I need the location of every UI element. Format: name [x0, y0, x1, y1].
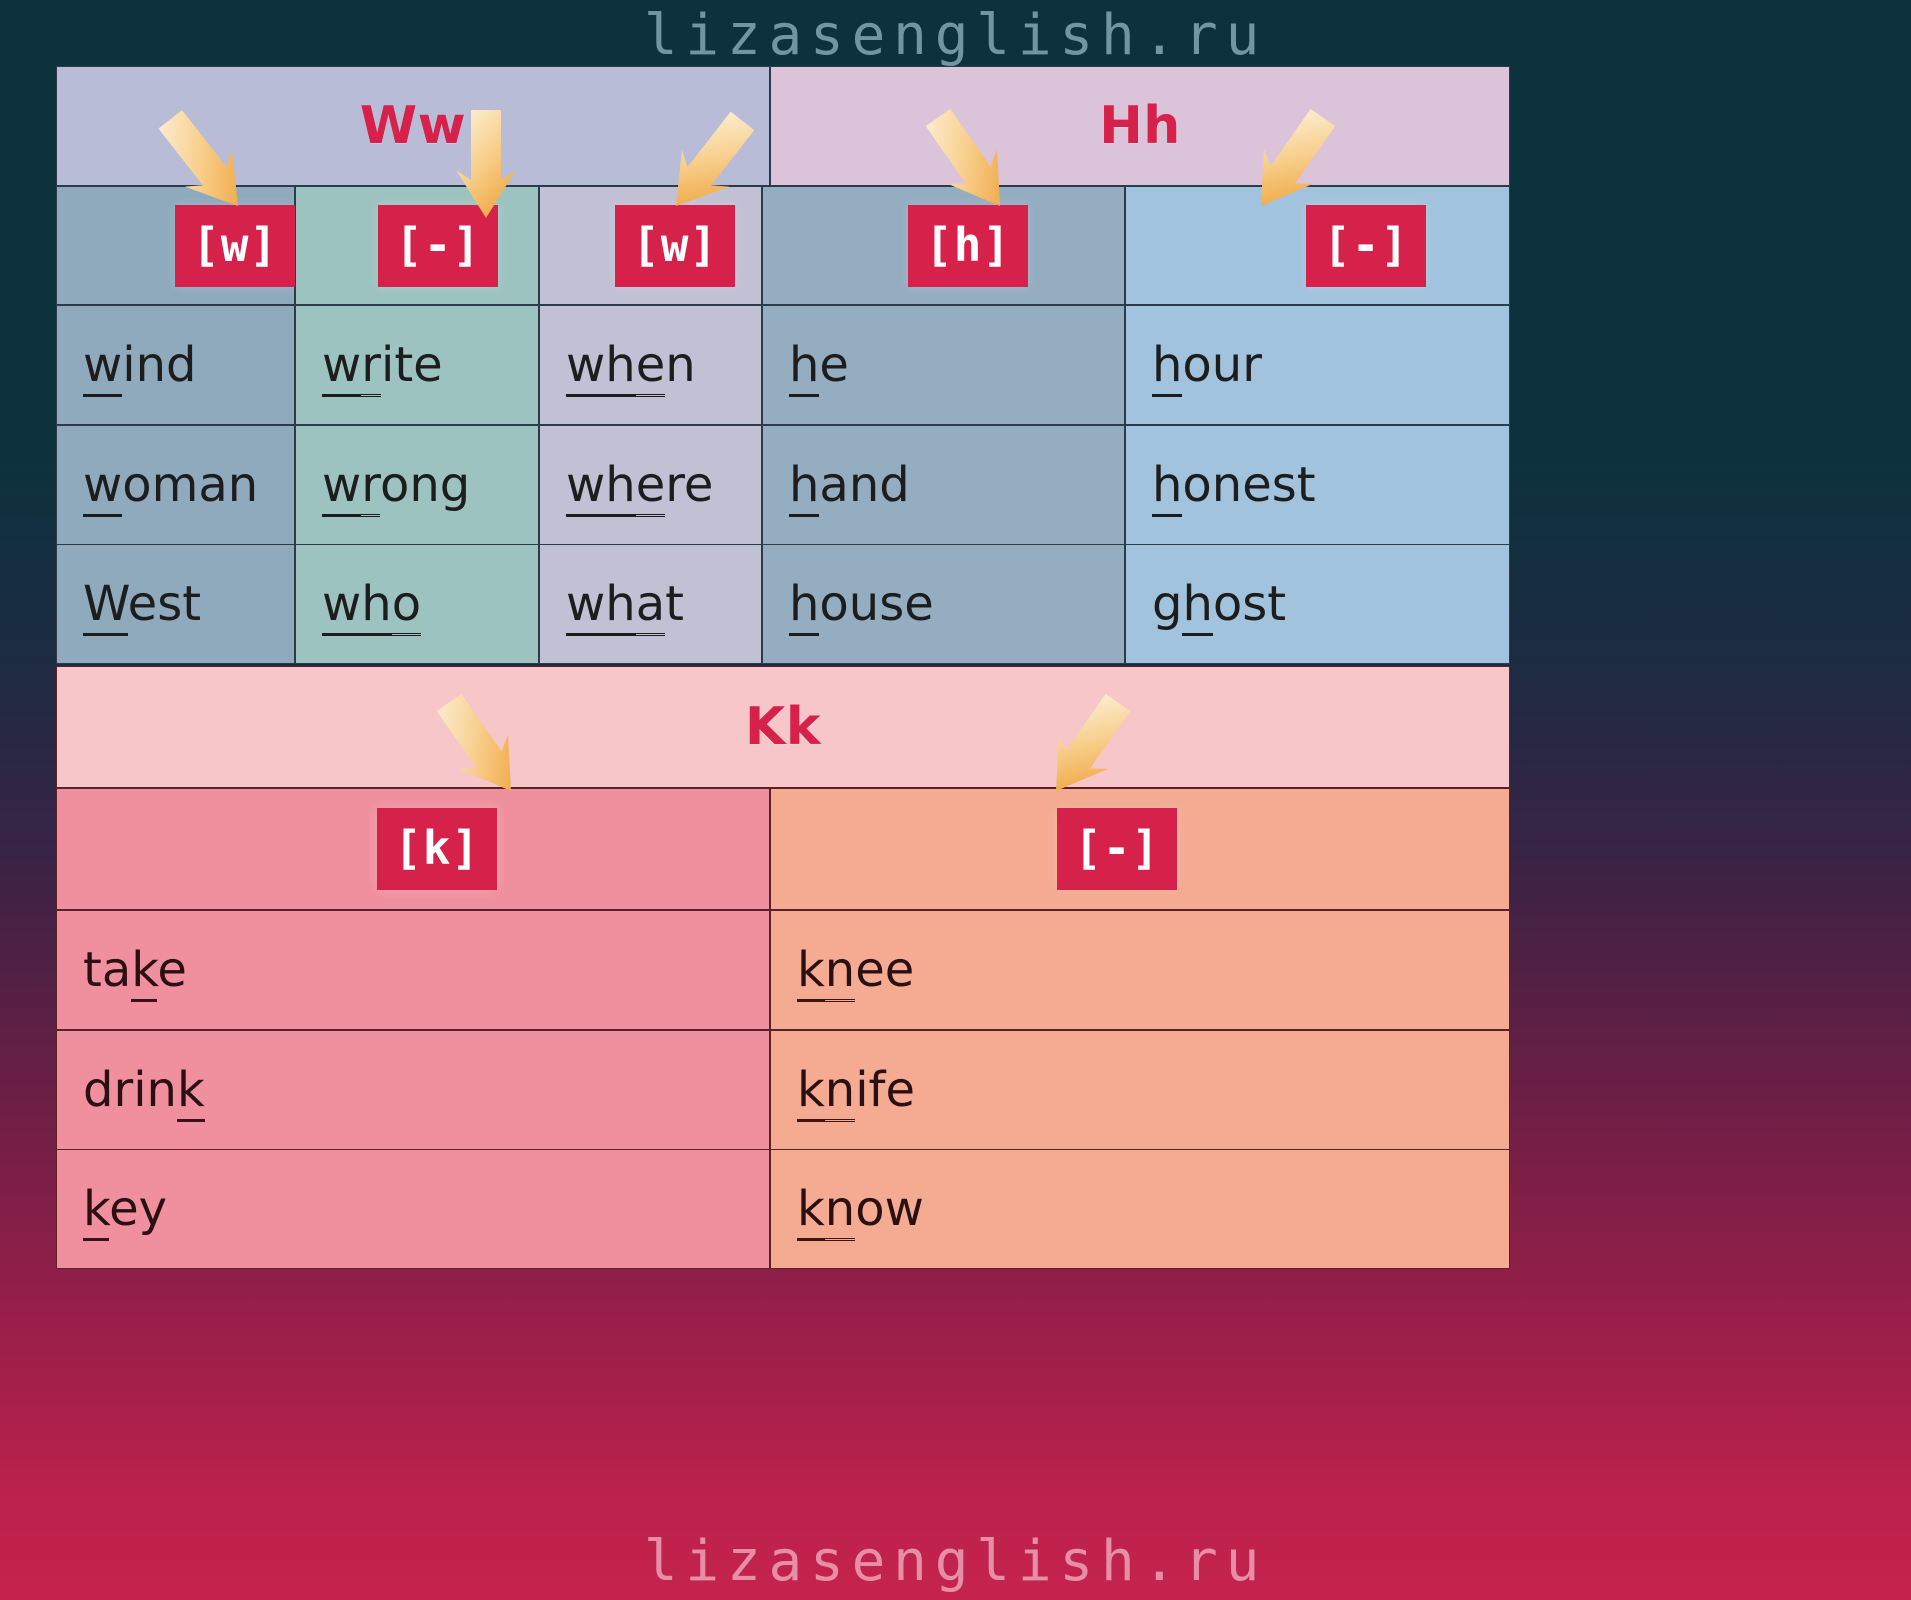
word-text: what: [566, 575, 684, 636]
word-cell: key: [56, 1149, 770, 1269]
pronunciation-table: Ww Hh [w] wind woman West [-] write wrong who [w] w…: [56, 66, 1510, 1520]
section-banner-kk: Kk: [56, 666, 1510, 788]
phonetic-badge: [-]: [1306, 204, 1427, 287]
word-cell: house: [762, 544, 1125, 664]
watermark-bottom: lizasenglish.ru: [643, 1529, 1268, 1594]
word-text: hand: [789, 456, 910, 517]
section-letter-hh: Hh: [1099, 96, 1181, 156]
phonetic-badge: [h]: [908, 204, 1029, 287]
sound-cell: [k]: [56, 788, 770, 910]
word-cell: knife: [770, 1030, 1510, 1150]
word-text: key: [83, 1180, 167, 1241]
word-cell: honest: [1125, 425, 1510, 545]
word-text: drink: [83, 1061, 205, 1122]
word-text: woman: [83, 456, 258, 517]
word-text: he: [789, 336, 849, 397]
word-cell: where: [539, 425, 762, 545]
word-cell: ghost: [1125, 544, 1510, 664]
watermark-top: lizasenglish.ru: [643, 3, 1268, 68]
word-cell: write: [295, 305, 539, 425]
sound-cell: [h]: [762, 186, 1125, 305]
phonetic-badge: [k]: [377, 808, 498, 890]
word-text: know: [797, 1180, 924, 1241]
word-text: who: [322, 575, 422, 636]
section-letter-kk: Kk: [745, 697, 821, 757]
section-banner-hh: Hh: [770, 66, 1510, 186]
word-cell: know: [770, 1149, 1510, 1269]
phonetic-badge: [w]: [175, 204, 296, 287]
sound-cell: [-]: [295, 186, 539, 305]
word-text: write: [322, 336, 443, 397]
word-text: wrong: [322, 456, 470, 517]
word-cell: wind: [56, 305, 295, 425]
word-cell: woman: [56, 425, 295, 545]
word-text: take: [83, 941, 187, 1002]
word-text: when: [566, 336, 696, 397]
section-banner-ww: Ww: [56, 66, 770, 186]
table-grid: Ww Hh [w] wind woman West [-] write wrong who [w] w…: [56, 66, 1510, 1520]
phonetic-badge: [w]: [615, 204, 736, 287]
word-text: knife: [797, 1061, 915, 1122]
word-cell: drink: [56, 1030, 770, 1150]
word-text: honest: [1152, 456, 1316, 517]
word-cell: he: [762, 305, 1125, 425]
word-cell: what: [539, 544, 762, 664]
word-cell: hour: [1125, 305, 1510, 425]
section-letter-ww: Ww: [359, 96, 467, 156]
phonetic-badge: [-]: [378, 204, 499, 287]
word-cell: when: [539, 305, 762, 425]
sound-cell: [-]: [1125, 186, 1510, 305]
word-cell: who: [295, 544, 539, 664]
word-cell: West: [56, 544, 295, 664]
word-text: knee: [797, 941, 914, 1002]
sound-cell: [-]: [770, 788, 1510, 910]
phonetic-badge: [-]: [1057, 808, 1178, 890]
word-text: house: [789, 575, 934, 636]
word-text: West: [83, 575, 201, 636]
word-cell: take: [56, 910, 770, 1030]
word-text: wind: [83, 336, 197, 397]
sound-cell: [w]: [56, 186, 296, 305]
sound-cell: [w]: [539, 186, 762, 305]
word-text: hour: [1152, 336, 1262, 397]
word-cell: wrong: [295, 425, 539, 545]
word-cell: hand: [762, 425, 1125, 545]
word-cell: knee: [770, 910, 1510, 1030]
word-text: where: [566, 456, 713, 517]
word-text: ghost: [1152, 575, 1286, 636]
